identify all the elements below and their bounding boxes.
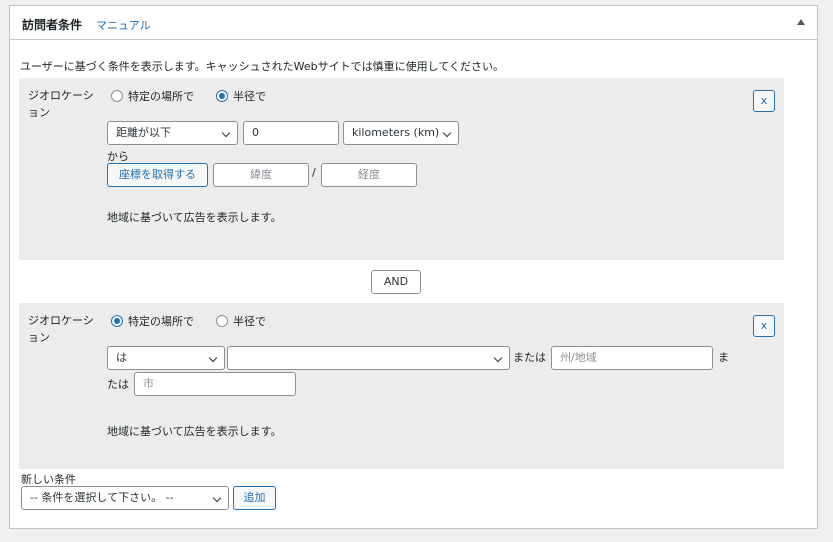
radio-button[interactable] <box>216 315 228 327</box>
condition-label: ジオロケーション <box>28 314 94 344</box>
or-label-part2: たは <box>107 378 129 391</box>
visitor-conditions-panel: 訪問者条件 マニュアル ユーザーに基づく条件を表示します。キャッシュされたWeb… <box>9 5 818 529</box>
condition-geolocation-radius: ジオロケーション 特定の場所で 半径で x 距離が以下 0 kilometers… <box>19 78 784 260</box>
radio-label: 半径で <box>233 315 266 328</box>
distance-input[interactable]: 0 <box>243 121 339 145</box>
state-region-input[interactable]: 州/地域 <box>551 346 713 370</box>
panel-title: 訪問者条件 <box>22 18 83 32</box>
condition-help: 地域に基づいて広告を表示します。 <box>107 211 282 224</box>
radio-radius[interactable]: 半径で <box>216 88 266 104</box>
mode-radio-group: 特定の場所で 半径で <box>111 313 288 329</box>
distance-unit-select[interactable]: kilometers (km) <box>343 121 459 145</box>
radio-label: 特定の場所で <box>128 90 194 103</box>
distance-operator-select[interactable]: 距離が以下 <box>107 121 238 145</box>
add-condition-button[interactable]: 追加 <box>233 486 276 510</box>
new-condition-label: 新しい条件 <box>21 473 76 486</box>
condition-label: ジオロケーション <box>28 89 94 119</box>
country-select[interactable] <box>227 346 510 370</box>
coordinate-separator: / <box>312 166 316 179</box>
radio-button[interactable] <box>216 90 228 102</box>
condition-geolocation-specific: ジオロケーション 特定の場所で 半径で x は または 州/地域 ま たは 市 … <box>19 303 784 469</box>
city-input[interactable]: 市 <box>134 372 296 396</box>
condition-help: 地域に基づいて広告を表示します。 <box>107 425 282 438</box>
from-label: から <box>107 150 129 163</box>
remove-condition-button[interactable]: x <box>753 90 775 112</box>
latitude-input[interactable]: 緯度 <box>213 163 309 187</box>
radio-specific-location[interactable]: 特定の場所で <box>111 313 194 329</box>
or-label-part1: ま <box>718 351 729 364</box>
remove-condition-button[interactable]: x <box>753 315 775 337</box>
radio-button[interactable] <box>111 90 123 102</box>
radio-radius[interactable]: 半径で <box>216 313 266 329</box>
and-connector-button[interactable]: AND <box>371 270 421 294</box>
mode-radio-group: 特定の場所で 半径で <box>111 88 288 104</box>
radio-label: 特定の場所で <box>128 315 194 328</box>
radio-button[interactable] <box>111 315 123 327</box>
longitude-input[interactable]: 経度 <box>321 163 417 187</box>
manual-link[interactable]: マニュアル <box>96 17 151 33</box>
collapse-toggle-icon[interactable] <box>797 19 805 25</box>
get-coordinates-button[interactable]: 座標を取得する <box>107 163 208 187</box>
new-condition-select[interactable]: -- 条件を選択して下さい。 -- <box>21 486 229 510</box>
or-label: または <box>513 351 546 364</box>
radio-label: 半径で <box>233 90 266 103</box>
location-operator-select[interactable]: は <box>107 346 225 370</box>
panel-header: 訪問者条件 マニュアル <box>10 6 817 40</box>
panel-description: ユーザーに基づく条件を表示します。キャッシュされたWebサイトでは慎重に使用して… <box>20 60 504 73</box>
radio-specific-location[interactable]: 特定の場所で <box>111 88 194 104</box>
